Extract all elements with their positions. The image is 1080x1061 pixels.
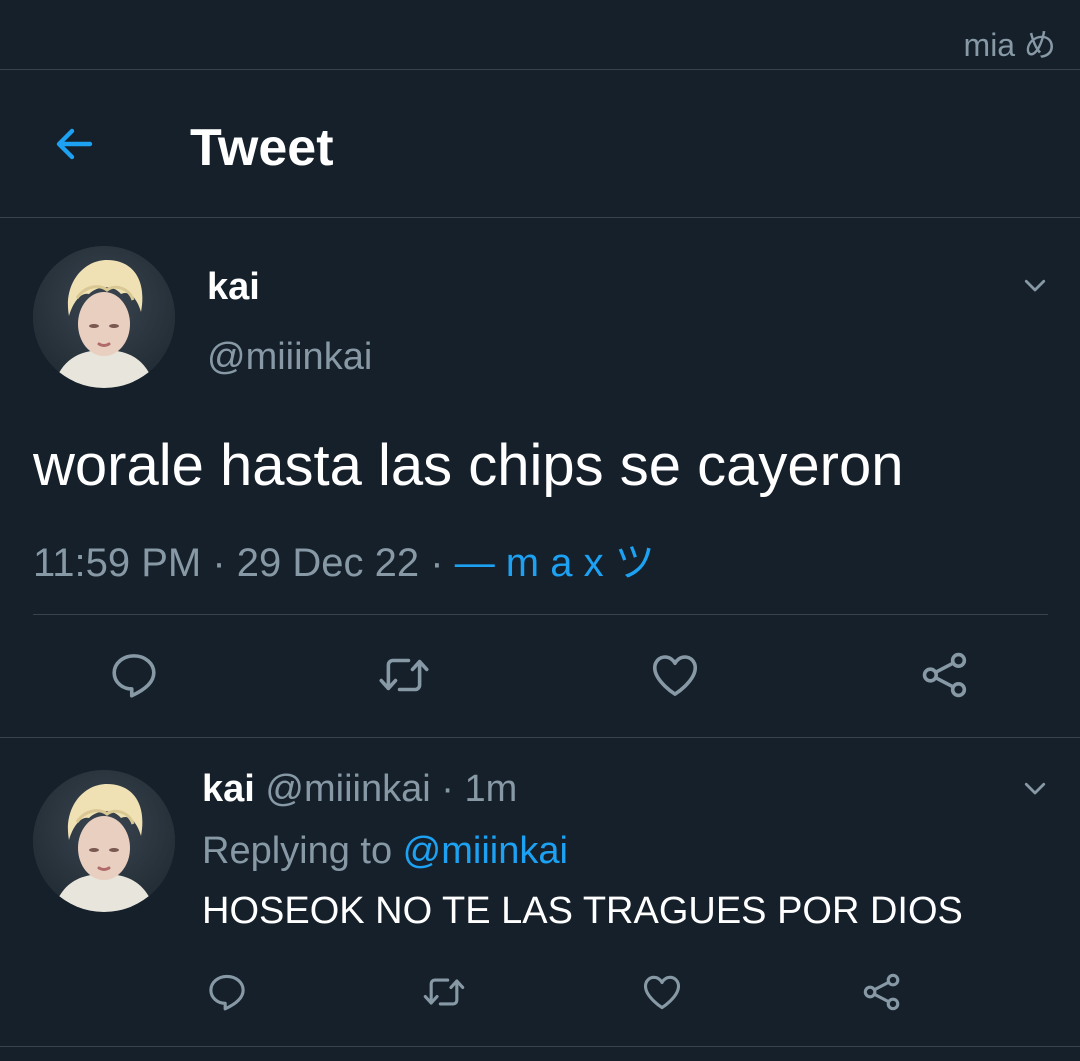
tweet-meta: 11:59 PM · 29 Dec 22 · — m a x ツ — [33, 530, 655, 588]
reply-button[interactable] — [102, 643, 166, 707]
retweet-icon — [379, 658, 429, 692]
replying-to-mention[interactable]: @miiinkai — [403, 830, 568, 872]
share-button[interactable] — [913, 643, 977, 707]
chevron-down-icon — [1024, 279, 1046, 292]
status-bar-text: mia め — [963, 27, 1056, 63]
tweet-text: worale hasta las chips se cayeron — [33, 433, 904, 498]
like-button[interactable] — [643, 643, 707, 707]
reply-icon — [209, 974, 245, 1011]
tweet-detail-screen: mia め Tweet kai @miiinkai worale hasta l… — [0, 0, 1080, 1061]
divider — [0, 1046, 1080, 1047]
reply-author-handle[interactable]: @miiinkai — [265, 768, 430, 810]
retweet-button[interactable] — [418, 966, 470, 1018]
app-header: Tweet — [0, 70, 1080, 218]
divider — [33, 614, 1048, 615]
avatar-photo — [33, 246, 175, 388]
reply-options-button[interactable] — [1015, 768, 1055, 808]
reply-button[interactable] — [201, 966, 253, 1018]
share-icon — [863, 973, 900, 1011]
page-title: Tweet — [190, 119, 334, 177]
reply-icon — [112, 654, 156, 698]
share-button[interactable] — [856, 966, 908, 1018]
tweet-source-link[interactable]: — m a x ツ — [455, 541, 655, 585]
replying-to: Replying to @miiinkai — [202, 830, 568, 873]
like-icon — [652, 655, 698, 696]
reply-age: 1m — [464, 768, 518, 810]
section-divider — [0, 737, 1080, 738]
share-icon — [922, 652, 967, 698]
meta-separator: · — [419, 541, 455, 585]
avatar[interactable] — [33, 770, 175, 912]
like-icon — [643, 975, 681, 1010]
status-bar: mia め — [0, 0, 1080, 70]
like-button[interactable] — [636, 966, 688, 1018]
retweet-button[interactable] — [372, 643, 436, 707]
reply-header: kai @miiinkai · 1m — [202, 768, 517, 811]
retweet-icon — [423, 978, 465, 1006]
chevron-down-icon — [1024, 782, 1046, 795]
author-handle[interactable]: @miiinkai — [207, 336, 372, 379]
reply-author-name[interactable]: kai — [202, 768, 255, 810]
reply-text: HOSEOK NO TE LAS TRAGUES POR DIOS — [202, 890, 963, 932]
meta-separator: · — [430, 768, 465, 810]
tweet-date[interactable]: 29 Dec 22 — [237, 541, 419, 585]
tweet-time[interactable]: 11:59 PM — [33, 541, 201, 585]
back-button[interactable] — [44, 114, 104, 174]
avatar-photo — [33, 770, 175, 912]
author-name[interactable]: kai — [207, 266, 260, 309]
arrow-left-icon — [56, 128, 93, 160]
avatar[interactable] — [33, 246, 175, 388]
meta-separator: · — [201, 541, 237, 585]
replying-to-label: Replying to — [202, 830, 403, 872]
tweet-options-button[interactable] — [1015, 265, 1055, 305]
